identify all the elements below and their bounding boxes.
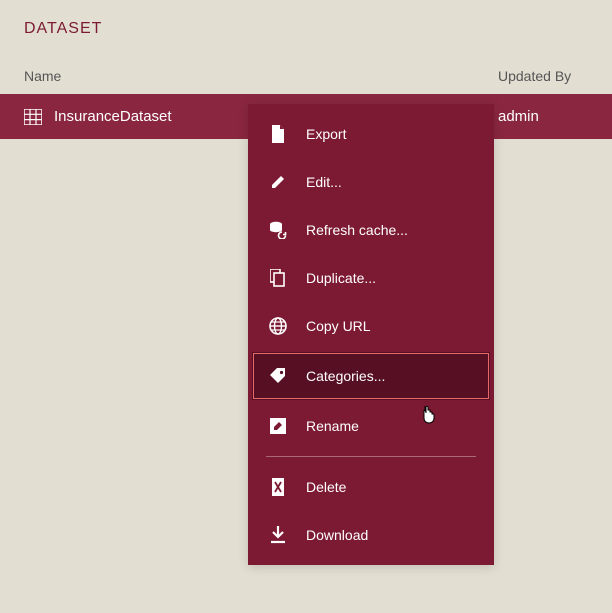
menu-label: Export	[306, 126, 346, 142]
edit-box-icon	[268, 416, 288, 436]
menu-label: Rename	[306, 418, 359, 434]
page-title: DATASET	[24, 20, 588, 38]
menu-divider	[266, 456, 476, 457]
menu-label: Download	[306, 527, 368, 543]
row-updated-by: admin	[498, 108, 588, 125]
download-icon	[268, 525, 288, 545]
pencil-icon	[268, 172, 288, 192]
column-headers: Name Updated By	[0, 46, 612, 94]
menu-label: Refresh cache...	[306, 222, 408, 238]
menu-label: Edit...	[306, 174, 342, 190]
menu-item-delete[interactable]: Delete	[248, 463, 494, 511]
delete-icon	[268, 477, 288, 497]
menu-label: Copy URL	[306, 318, 371, 334]
menu-item-rename[interactable]: Rename	[248, 402, 494, 450]
column-header-updated-by[interactable]: Updated By	[498, 68, 588, 84]
header: DATASET	[0, 0, 612, 46]
globe-icon	[268, 316, 288, 336]
column-header-name[interactable]: Name	[24, 68, 498, 84]
menu-item-download[interactable]: Download	[248, 511, 494, 559]
copy-icon	[268, 268, 288, 288]
menu-item-categories[interactable]: Categories...	[252, 352, 490, 400]
menu-item-duplicate[interactable]: Duplicate...	[248, 254, 494, 302]
menu-item-copy-url[interactable]: Copy URL	[248, 302, 494, 350]
file-icon	[268, 124, 288, 144]
menu-label: Duplicate...	[306, 270, 376, 286]
menu-item-edit[interactable]: Edit...	[248, 158, 494, 206]
dataset-grid-icon	[24, 109, 42, 125]
context-menu: Export Edit... Refresh cache...	[248, 104, 494, 565]
tag-icon	[268, 366, 288, 386]
menu-item-export[interactable]: Export	[248, 110, 494, 158]
database-refresh-icon	[268, 220, 288, 240]
menu-label: Categories...	[306, 368, 385, 384]
menu-item-refresh-cache[interactable]: Refresh cache...	[248, 206, 494, 254]
menu-label: Delete	[306, 479, 346, 495]
